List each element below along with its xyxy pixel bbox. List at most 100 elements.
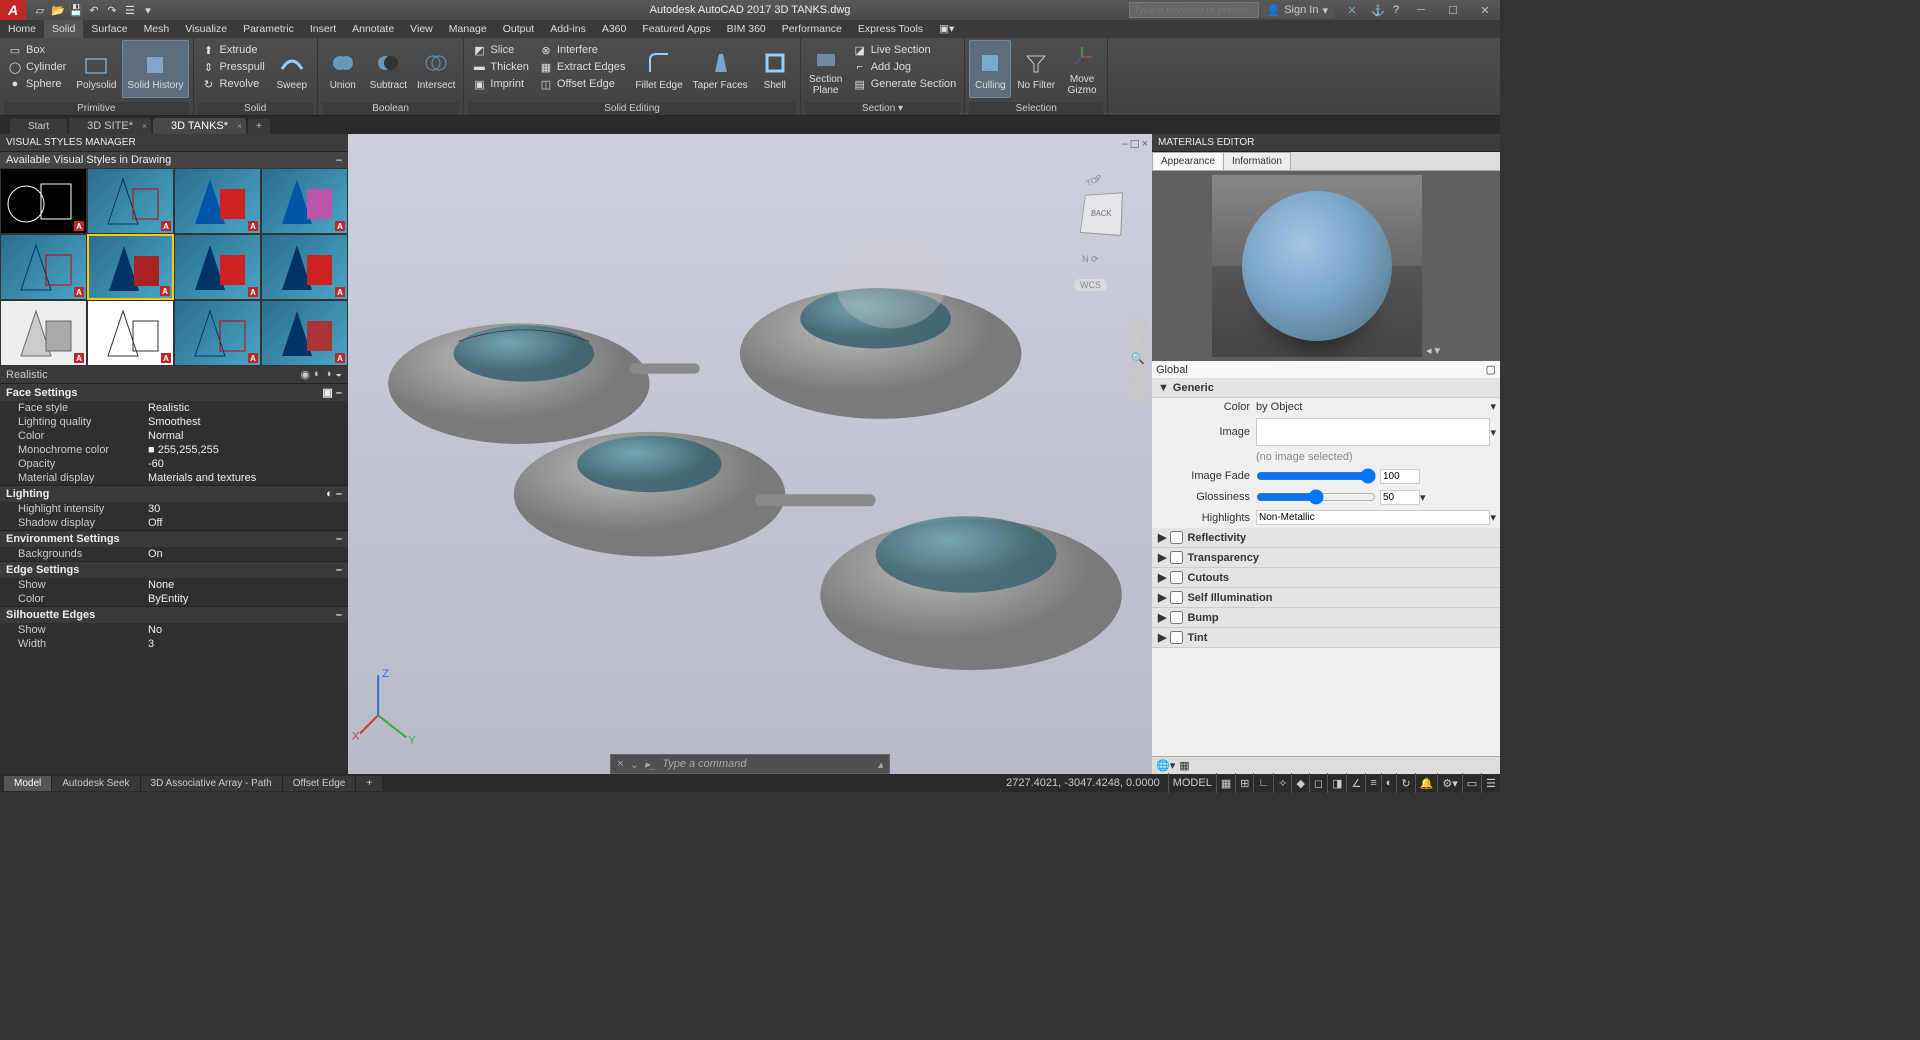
section-bump[interactable]: ▶Bump [1152,608,1500,628]
live-section-button[interactable]: ◪Live Section [851,42,959,58]
vs-thumb-8[interactable]: A [261,234,348,300]
cylinder-button[interactable]: ◯Cylinder [6,59,68,75]
vs-delete-icon[interactable]: ◒ [335,368,342,381]
tab-parametric[interactable]: Parametric [235,20,302,38]
tint-checkbox[interactable] [1170,631,1183,644]
tab-solid[interactable]: Solid [44,20,83,38]
prop-highlights[interactable]: Highlights▾ [1152,508,1500,528]
tab-mesh[interactable]: Mesh [136,20,178,38]
doctab-start[interactable]: Start [10,119,67,134]
prop-mat-color[interactable]: Colorby Object▾ [1152,398,1500,416]
material-name-row[interactable]: Global ▢ [1152,361,1500,379]
collapse-icon[interactable]: – [336,154,342,166]
vs-thumb-9[interactable]: A [0,300,87,366]
prop-glossiness[interactable]: Glossiness▾ [1152,487,1500,508]
prop-opacity[interactable]: Opacity-60 [0,457,348,471]
vs-export-icon[interactable]: ◑ [325,368,332,381]
qat-undo-icon[interactable]: ↶ [86,2,102,18]
box-button[interactable]: ▭Box [6,42,68,58]
transparency-checkbox[interactable] [1170,551,1183,564]
close-icon[interactable]: × [237,121,242,131]
tab-view[interactable]: View [402,20,441,38]
glossiness-slider[interactable] [1256,489,1376,505]
viewcube-face[interactable]: BACK [1080,192,1123,236]
tab-express-tools[interactable]: Express Tools [850,20,931,38]
extract-edges-button[interactable]: ▦Extract Edges [537,59,627,75]
prop-face-style[interactable]: Face styleRealistic [0,401,348,415]
vs-thumb-4[interactable]: A [261,168,348,234]
status-transparency-icon[interactable]: ◐ [1381,773,1397,793]
extrude-button[interactable]: ⬆Extrude [200,42,267,58]
slice-button[interactable]: ◩Slice [470,42,531,58]
vp-close-icon[interactable]: × [1142,138,1148,151]
tab-insert[interactable]: Insert [302,20,344,38]
status-ortho-icon[interactable]: ∟ [1253,773,1273,793]
status-polar-icon[interactable]: ✧ [1273,773,1291,793]
vp-maximize-icon[interactable]: ☐ [1130,138,1140,151]
tab-performance[interactable]: Performance [774,20,850,38]
status-osnap-icon[interactable]: ◻ [1309,773,1327,793]
dropdown-icon[interactable]: ▾ [1420,491,1426,504]
prop-backgrounds[interactable]: BackgroundsOn [0,547,348,561]
image-fade-input[interactable] [1380,469,1420,484]
sweep-button[interactable]: Sweep [271,40,313,98]
status-grid-icon[interactable]: ▦ [1216,773,1235,793]
viewcube[interactable]: TOP BACK N ⟳ WCS [1072,184,1132,244]
command-line[interactable]: × ⌄ ▸_ Type a command ▴ [610,754,890,774]
zoom-icon[interactable]: 🔍 [1131,352,1145,365]
cmd-recent-icon[interactable]: ▴ [877,758,883,771]
add-layout-button[interactable]: + [356,776,383,791]
section-cutouts[interactable]: ▶Cutouts [1152,568,1500,588]
qat-save-icon[interactable]: 💾 [68,2,84,18]
vs-apply-icon[interactable]: ◐ [314,368,321,381]
qat-new-icon[interactable]: ▱ [32,2,48,18]
glossiness-input[interactable] [1380,490,1420,505]
tab-visualize[interactable]: Visualize [177,20,235,38]
culling-button[interactable]: Culling [969,40,1011,98]
vs-thumb-realistic[interactable]: A [87,234,174,300]
qat-redo-icon[interactable]: ↷ [104,2,120,18]
revolve-button[interactable]: ↻Revolve [200,76,267,92]
presspull-button[interactable]: ⇕Presspull [200,59,267,75]
steering-wheel-icon[interactable]: ◎ [1133,318,1143,331]
close-button[interactable]: ✕ [1470,0,1500,20]
selfillum-checkbox[interactable] [1170,591,1183,604]
add-jog-button[interactable]: ⌐Add Jog [851,59,959,75]
section-plane-button[interactable]: Section Plane [805,40,847,98]
doctab-3dsite[interactable]: 3D SITE*× [69,118,151,134]
vs-new-icon[interactable]: ◉ [300,368,310,381]
prop-highlight-intensity[interactable]: Highlight intensity30 [0,502,348,516]
tab-surface[interactable]: Surface [83,20,135,38]
cutouts-checkbox[interactable] [1170,571,1183,584]
tab-annotate[interactable]: Annotate [344,20,402,38]
subtract-button[interactable]: Subtract [366,40,411,98]
shell-button[interactable]: Shell [754,40,796,98]
imprint-button[interactable]: ▣Imprint [470,76,531,92]
prop-mat-image[interactable]: Image▾ [1152,416,1500,449]
layout-tab-autodesk-seek[interactable]: Autodesk Seek [52,776,140,791]
prop-material-display[interactable]: Material displayMaterials and textures [0,471,348,485]
tab-bim360[interactable]: BIM 360 [719,20,774,38]
tab-a360[interactable]: A360 [594,20,635,38]
tab-home[interactable]: Home [0,20,44,38]
add-doctab-button[interactable]: + [248,119,270,134]
dropdown-icon[interactable]: ▾ [1490,426,1496,439]
prop-mono-color[interactable]: Monochrome color■ 255,255,255 [0,443,348,457]
share-icon[interactable]: ⚓ [1370,2,1386,18]
cat-face-settings[interactable]: Face Settings▣ – [0,383,348,401]
status-3dosnap-icon[interactable]: ◨ [1327,773,1346,793]
dropdown-icon[interactable]: ▾ [1490,400,1496,413]
layout-tab-3d-array[interactable]: 3D Associative Array - Path [141,776,283,791]
qat-print-icon[interactable]: ☰ [122,2,138,18]
doctab-3dtanks[interactable]: 3D TANKS*× [153,118,246,134]
app-logo[interactable]: A [0,0,26,20]
showmotion-icon[interactable]: ▤ [1133,386,1143,399]
prop-image-fade[interactable]: Image Fade [1152,466,1500,487]
move-gizmo-button[interactable]: Move Gizmo [1061,40,1103,98]
prop-color[interactable]: ColorNormal [0,429,348,443]
section-self-illumination[interactable]: ▶Self Illumination [1152,588,1500,608]
union-button[interactable]: Union [322,40,364,98]
mat-tab-appearance[interactable]: Appearance [1152,152,1224,170]
status-clean-icon[interactable]: ▭ [1462,773,1481,793]
vs-thumb-5[interactable]: A [0,234,87,300]
